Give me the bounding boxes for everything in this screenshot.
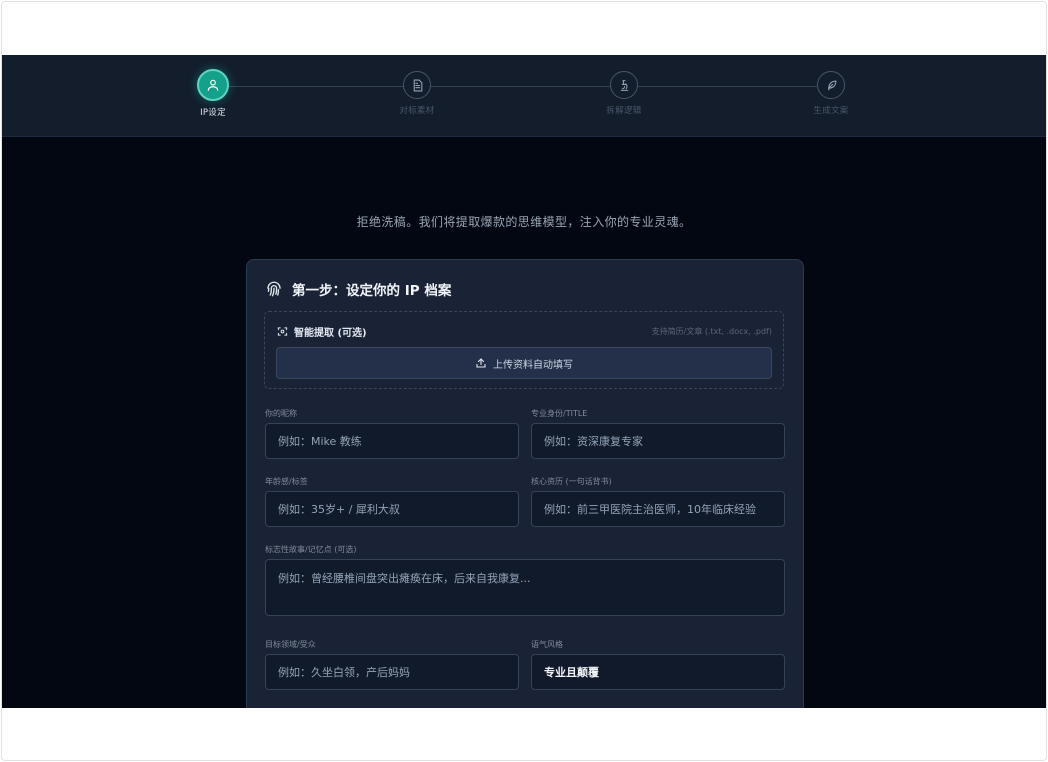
step-label: 对标素材	[399, 106, 435, 116]
step-label: 生成文案	[813, 106, 849, 116]
document-icon	[413, 79, 422, 91]
smart-extract-title: 智能提取 (可选)	[294, 328, 367, 339]
upload-autofill-button[interactable]: 上传资料自动填写	[276, 347, 772, 379]
story-textarea[interactable]: 例如：曾经腰椎间盘突出瘫痪在床，后来自我康复...	[265, 559, 785, 616]
identity-input[interactable]: 例如：资深康复专家	[531, 423, 785, 459]
card-title: 第一步：设定你的 IP 档案	[265, 279, 451, 299]
age-tag-input[interactable]: 例如：35岁+ / 犀利大叔	[265, 491, 519, 527]
step-circle	[610, 71, 638, 99]
fingerprint-icon	[267, 281, 281, 297]
audience-label: 目标领域/受众	[265, 640, 316, 649]
ip-profile-card: 第一步：设定你的 IP 档案 智能提取 (可选) 支持简历/文章 (.txt, …	[246, 259, 804, 708]
app-viewport: IP设定 对标素材 拆解逻辑 生成文案 拒绝洗稿。我们将提取爆款的思维模型，注入…	[2, 55, 1046, 708]
microscope-icon	[620, 79, 628, 91]
upload-icon	[476, 358, 486, 368]
step-label: 拆解逻辑	[606, 106, 642, 116]
audience-input[interactable]: 例如：久坐白领，产后妈妈	[265, 654, 519, 690]
user-icon	[207, 79, 219, 91]
tone-label: 语气风格	[531, 640, 563, 649]
tone-select[interactable]: 专业且颠覆	[531, 654, 785, 690]
step-ip-setup[interactable]: IP设定	[153, 69, 273, 118]
page-tagline: 拒绝洗稿。我们将提取爆款的思维模型，注入你的专业灵魂。	[356, 215, 692, 229]
step-generate-copy[interactable]: 生成文案	[771, 71, 891, 116]
step-circle	[197, 69, 229, 101]
step-circle	[817, 71, 845, 99]
stepper-connector-line	[229, 86, 817, 87]
progress-stepper: IP设定 对标素材 拆解逻辑 生成文案	[2, 55, 1046, 137]
step-deconstruct-logic[interactable]: 拆解逻辑	[564, 71, 684, 116]
credentials-input[interactable]: 例如：前三甲医院主治医师，10年临床经验	[531, 491, 785, 527]
credentials-label: 核心资历 (一句话背书)	[531, 477, 612, 486]
step-circle	[403, 71, 431, 99]
nickname-label: 你的昵称	[265, 409, 297, 418]
upload-button-label: 上传资料自动填写	[493, 359, 573, 371]
supported-formats-note: 支持简历/文章 (.txt, .docx, .pdf)	[651, 327, 772, 336]
story-label: 标志性故事/记忆点 (可选)	[265, 545, 357, 554]
age-tag-label: 年龄感/标签	[265, 477, 308, 486]
card-title-text: 第一步：设定你的 IP 档案	[292, 283, 452, 299]
scan-icon	[277, 327, 288, 336]
step-benchmark-material[interactable]: 对标素材	[357, 71, 477, 116]
identity-label: 专业身份/TITLE	[531, 409, 588, 418]
smart-extract-header: 智能提取 (可选)	[277, 324, 367, 339]
smart-extract-section: 智能提取 (可选) 支持简历/文章 (.txt, .docx, .pdf) 上传…	[264, 311, 784, 389]
feather-icon	[827, 80, 836, 90]
nickname-input[interactable]: 例如：Mike 教练	[265, 423, 519, 459]
step-label: IP设定	[200, 108, 226, 118]
